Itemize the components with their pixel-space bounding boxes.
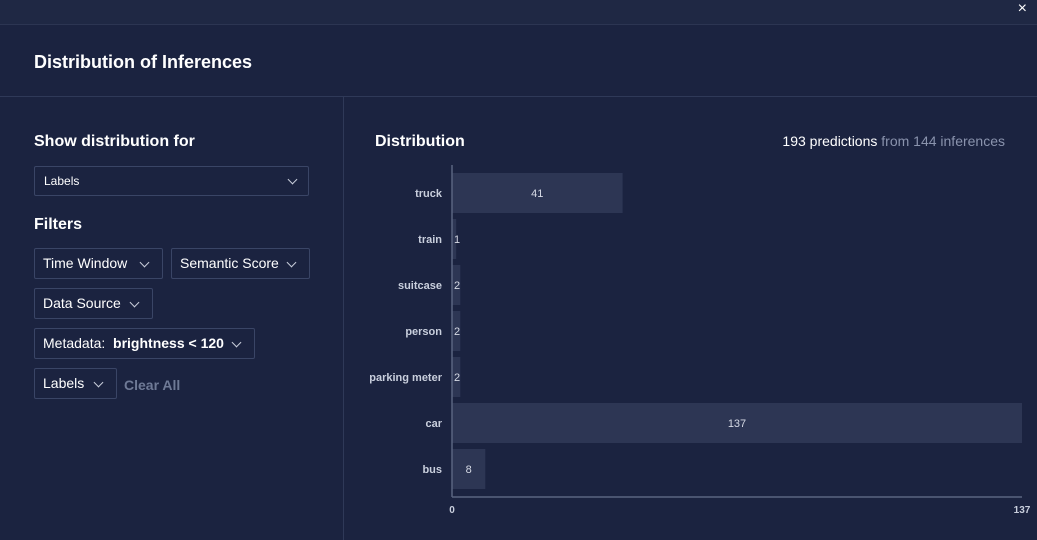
metadata-prefix: Metadata: [43, 335, 106, 351]
chevron-down-icon [129, 297, 140, 308]
category-label: truck [415, 188, 443, 200]
category-label: bus [422, 464, 442, 476]
chevron-down-icon [231, 337, 242, 348]
filters-title: Filters [34, 216, 83, 233]
metadata-value: brightness < 120 [113, 335, 224, 351]
semantic-score-label: Semantic Score [180, 255, 279, 271]
modal-header: Distribution of Inferences [0, 25, 1037, 97]
semantic-score-filter[interactable]: Semantic Score [171, 248, 310, 279]
x-tick-label: 0 [449, 505, 455, 516]
data-label: 2 [454, 372, 460, 384]
modal-title: Distribution of Inferences [34, 52, 253, 72]
modal-top-bar: × [0, 0, 1037, 25]
distribution-select[interactable]: Labels [34, 166, 309, 196]
data-label: 137 [728, 418, 746, 430]
data-source-label: Data Source [43, 295, 121, 311]
distribution-select-value: Labels [44, 174, 80, 188]
chevron-down-icon [287, 174, 298, 185]
close-icon[interactable]: × [1018, 0, 1027, 17]
category-label: person [405, 326, 442, 338]
show-distribution-title: Show distribution for [34, 133, 195, 150]
data-label: 2 [454, 280, 460, 292]
clear-all-button[interactable]: Clear All [124, 377, 180, 393]
data-label: 8 [466, 464, 472, 476]
labels-filter[interactable]: Labels [34, 368, 117, 399]
category-label: train [418, 234, 442, 246]
time-window-filter[interactable]: Time Window [34, 248, 163, 279]
labels-filter-label: Labels [43, 375, 85, 391]
metadata-filter[interactable]: Metadata: brightness < 120 [34, 328, 255, 359]
chevron-down-icon [286, 257, 297, 268]
data-source-filter[interactable]: Data Source [34, 288, 153, 319]
category-label: parking meter [369, 372, 442, 384]
category-label: car [425, 418, 442, 430]
data-label: 1 [454, 234, 460, 246]
distribution-chart: truck 41 train 1 suitcase 2 person 2 parking met… [369, 165, 1031, 516]
chevron-down-icon [93, 377, 104, 388]
data-label: 41 [531, 188, 543, 200]
data-label: 2 [454, 326, 460, 338]
time-window-label: Time Window [43, 255, 128, 271]
chevron-down-icon [139, 257, 150, 268]
category-label: suitcase [398, 280, 442, 292]
x-tick-label: 137 [1014, 505, 1031, 516]
distribution-panel: Distribution 193 predictions from 144 in… [344, 97, 1037, 540]
filter-panel: Show distribution for Labels Filters Tim… [0, 97, 344, 540]
